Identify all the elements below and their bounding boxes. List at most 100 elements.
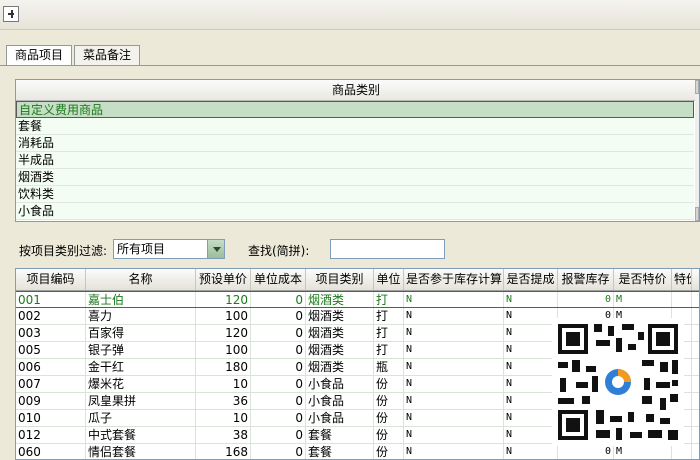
table-cell: M [614,444,672,459]
column-header[interactable]: 项目类别 [306,269,374,290]
column-header[interactable]: 单位 [374,269,404,290]
table-cell: 0 [558,444,614,459]
table-cell: 中式套餐 [86,427,196,443]
qr-code [552,318,684,446]
table-cell: 120 [196,325,251,341]
column-header[interactable]: 单位成本 [251,269,306,290]
column-header[interactable]: 名称 [86,269,196,290]
table-cell: 瓜子 [86,410,196,426]
table-cell: 0 [251,410,306,426]
scroll-up-icon[interactable] [695,80,699,94]
table-cell: 份 [374,444,404,459]
table-cell: 瓶 [374,359,404,375]
table-cell: N [504,292,558,307]
table-cell: 份 [374,393,404,409]
column-header[interactable]: 报警库存 [558,269,614,290]
table-cell: 小食品 [306,376,374,392]
filter-bar: 按项目类别过滤: 所有项目 查找(简拼): [19,238,699,260]
table-cell: 002 [16,308,86,324]
table-header: 项目编码 名称 预设单价 单位成本 项目类别 单位 是否参于库存计算 是否提成 报警库存 是否特价… [16,269,699,291]
category-item[interactable]: 消耗品 [16,135,694,152]
table-cell: 38 [196,427,251,443]
table-cell: 0 [251,444,306,459]
column-header[interactable]: 特价 [672,269,692,290]
dropdown-arrow-icon[interactable] [207,240,224,258]
category-filter-select[interactable]: 所有项目 [113,239,225,259]
column-header[interactable]: 是否参于库存计算 [404,269,504,290]
table-cell: N [504,359,558,375]
table-cell: 打 [374,342,404,358]
category-list-header: 商品类别 [16,80,696,101]
table-cell: 005 [16,342,86,358]
table-cell: 180 [196,359,251,375]
table-cell [672,444,692,459]
table-cell: 060 [16,444,86,459]
table-cell: 0 [251,308,306,324]
table-cell: N [404,325,504,341]
table-row[interactable]: 001 嘉士伯 120 0 烟酒类打 N N 0 M [16,291,699,308]
table-cell: 10 [196,410,251,426]
table-cell: 打 [374,325,404,341]
table-row[interactable]: 060 情侣套餐 168 0 套餐份 N N 0 M [16,444,699,459]
scroll-down-icon[interactable] [695,207,699,221]
table-cell: N [504,393,558,409]
table-cell: N [404,308,504,324]
table-cell: N [504,325,558,341]
table-cell: N [404,427,504,443]
tab-products[interactable]: 商品项目 [6,45,73,66]
table-cell: 打 [374,292,404,307]
category-item[interactable]: 自定义费用商品 [16,101,694,118]
search-label: 查找(简拼): [248,244,310,258]
table-cell: N [404,410,504,426]
table-cell: 0 [251,292,306,307]
category-item[interactable]: 小食品 [16,203,694,220]
table-cell: 0 [251,325,306,341]
table-cell: 烟酒类 [306,325,374,341]
table-cell: 006 [16,359,86,375]
table-cell: 0 [251,427,306,443]
table-cell: 套餐 [306,427,374,443]
category-item[interactable]: 饮料类 [16,186,694,203]
table-cell: 0 [251,342,306,358]
table-cell: 嘉士伯 [86,292,196,307]
table-cell: 10 [196,376,251,392]
table-cell: 009 [16,393,86,409]
column-header[interactable]: 是否提成 [504,269,558,290]
table-cell: 0 [251,359,306,375]
table-cell: N [504,308,558,324]
table-cell: N [504,427,558,443]
table-cell: 烟酒类 [306,342,374,358]
table-cell: 100 [196,342,251,358]
table-cell: 0 [251,376,306,392]
search-input[interactable] [330,239,445,259]
table-cell: N [404,292,504,307]
category-item[interactable]: 烟酒类 [16,169,694,186]
table-cell: N [404,359,504,375]
table-cell: 100 [196,308,251,324]
column-header[interactable]: 预设单价 [196,269,251,290]
table-cell: 喜力 [86,308,196,324]
table-cell: 小食品 [306,393,374,409]
table-cell: 打 [374,308,404,324]
column-header[interactable]: 项目编码 [16,269,86,290]
tab-dish-notes[interactable]: 菜品备注 [74,45,141,65]
table-cell: 0 [251,393,306,409]
column-header[interactable]: 是否特价 [614,269,672,290]
table-cell: 007 [16,376,86,392]
category-filter-value: 所有项目 [117,242,166,256]
table-cell: 36 [196,393,251,409]
table-cell: 小食品 [306,410,374,426]
category-item[interactable]: 套餐 [16,118,694,135]
category-scrollbar[interactable] [695,80,699,221]
table-cell: 情侣套餐 [86,444,196,459]
table-cell: 份 [374,427,404,443]
tab-divider [0,65,700,66]
table-cell: 120 [196,292,251,307]
table-cell: N [404,393,504,409]
table-cell: 份 [374,376,404,392]
window-menu-icon[interactable] [3,6,19,22]
table-cell: 份 [374,410,404,426]
table-cell: 001 [16,292,86,307]
category-item[interactable]: 半成品 [16,152,694,169]
table-cell: N [504,342,558,358]
